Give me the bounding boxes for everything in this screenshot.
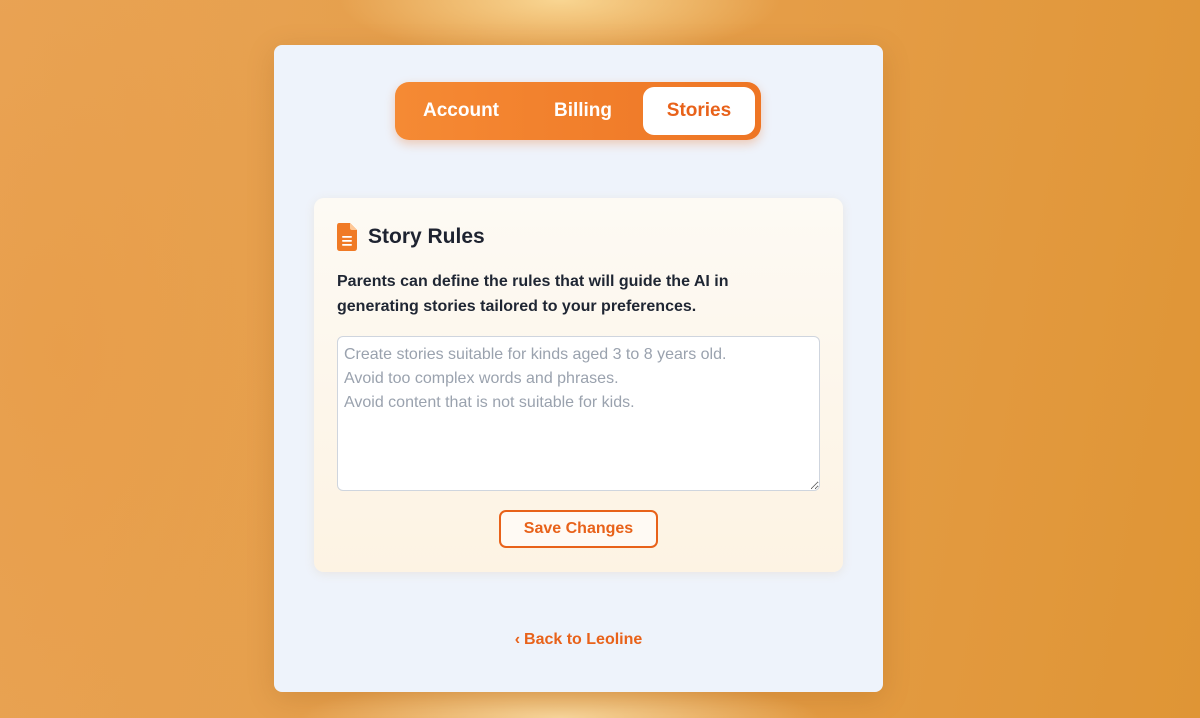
card-title: Story Rules [368, 225, 485, 248]
tab-billing[interactable]: Billing [527, 87, 639, 135]
card-header: Story Rules [336, 222, 485, 252]
tab-stories[interactable]: Stories [643, 87, 755, 135]
back-link-label: Back to Leoline [524, 631, 643, 648]
card-description: Parents can define the rules that will g… [337, 273, 729, 315]
chevron-left-icon: ‹ [514, 631, 521, 648]
tab-account[interactable]: Account [395, 87, 527, 135]
back-to-leoline-link[interactable]: ‹ Back to Leoline [274, 631, 883, 649]
save-changes-button[interactable]: Save Changes [499, 510, 658, 548]
story-rules-card: Story Rules Parents can define the rules… [314, 198, 843, 572]
document-icon [336, 222, 358, 252]
story-rules-textarea[interactable] [337, 336, 820, 491]
settings-panel: Account Billing Stories Story Rules Pare… [274, 45, 883, 692]
settings-tabs: Account Billing Stories [395, 82, 761, 140]
